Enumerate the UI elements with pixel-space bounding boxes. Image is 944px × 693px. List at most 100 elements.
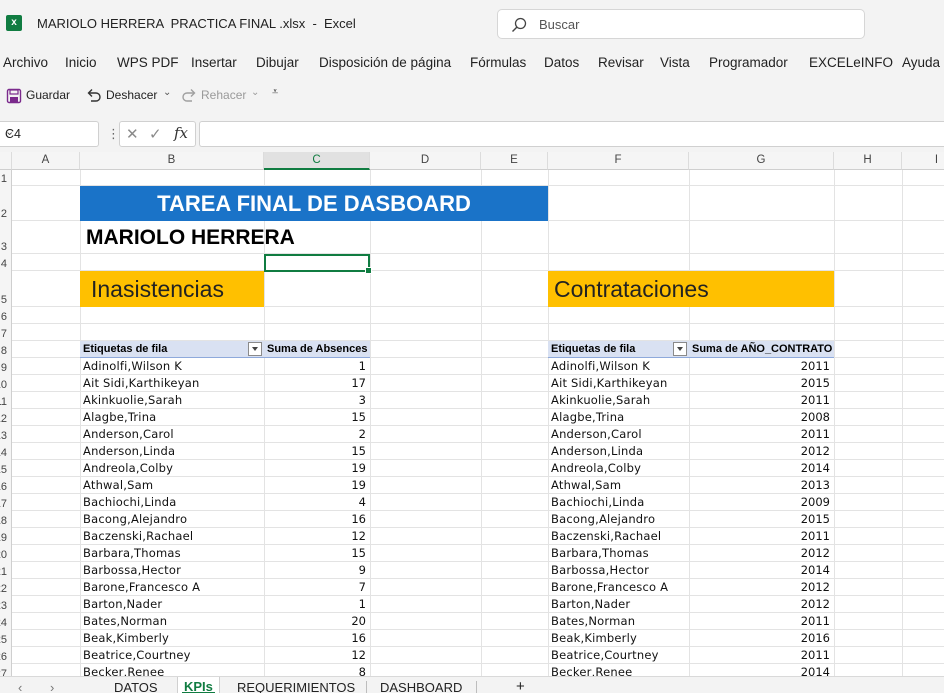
- tab-next-icon[interactable]: ›: [50, 680, 54, 693]
- function-icon[interactable]: fx: [174, 124, 188, 142]
- row-header[interactable]: 7: [0, 324, 12, 341]
- tab-dashboard[interactable]: DASHBOARD: [380, 680, 462, 693]
- name-box[interactable]: C4 ⌄: [0, 121, 99, 147]
- row-header[interactable]: 15: [0, 460, 12, 477]
- row-header[interactable]: 11: [0, 392, 12, 409]
- save-icon[interactable]: [6, 88, 22, 104]
- filter-dropdown-icon[interactable]: [673, 342, 687, 356]
- pivot-row[interactable]: Becker,Renee 2014: [548, 664, 834, 676]
- pivot-row[interactable]: Beak,Kimberly 2016: [548, 630, 834, 647]
- row-header[interactable]: 17: [0, 494, 12, 511]
- menu-archivo[interactable]: Archivo: [3, 55, 48, 70]
- row-header[interactable]: 5: [0, 271, 12, 307]
- pivot-row[interactable]: Beatrice,Courtney 12: [80, 647, 370, 664]
- col-header-c[interactable]: C: [264, 152, 370, 170]
- undo-icon[interactable]: [85, 87, 102, 104]
- undo-button[interactable]: Deshacer: [106, 88, 157, 102]
- row-header[interactable]: 10: [0, 375, 12, 392]
- chevron-down-icon[interactable]: ⌄: [5, 125, 92, 138]
- add-sheet-button[interactable]: +: [516, 678, 525, 693]
- row-header[interactable]: 19: [0, 528, 12, 545]
- pivot-row[interactable]: Athwal,Sam 19: [80, 477, 370, 494]
- pivot-row[interactable]: Adinolfi,Wilson K 1: [80, 358, 370, 375]
- pivot-row[interactable]: Anderson,Carol 2011: [548, 426, 834, 443]
- row-header[interactable]: 18: [0, 511, 12, 528]
- pivot-row[interactable]: Ait Sidi,Karthikeyan 2015: [548, 375, 834, 392]
- pivot-row[interactable]: Bacong,Alejandro 16: [80, 511, 370, 528]
- pivot-row[interactable]: Ait Sidi,Karthikeyan 17: [80, 375, 370, 392]
- row-header[interactable]: 25: [0, 630, 12, 647]
- row-header[interactable]: 12: [0, 409, 12, 426]
- row-header[interactable]: 24: [0, 613, 12, 630]
- pivot-row[interactable]: Becker,Renee 8: [80, 664, 370, 676]
- pivot-row[interactable]: Akinkuolie,Sarah 2011: [548, 392, 834, 409]
- select-all-corner[interactable]: [0, 152, 12, 170]
- row-header[interactable]: 21: [0, 562, 12, 579]
- col-header-f[interactable]: F: [548, 152, 689, 170]
- row-header[interactable]: 26: [0, 647, 12, 664]
- pivot-row[interactable]: Alagbe,Trina 15: [80, 409, 370, 426]
- pivot-row[interactable]: Barone,Francesco A 2012: [548, 579, 834, 596]
- row-header[interactable]: 4: [0, 254, 12, 271]
- pivot-row[interactable]: Andreola,Colby 2014: [548, 460, 834, 477]
- pivot-row[interactable]: Barton,Nader 2012: [548, 596, 834, 613]
- row-header[interactable]: 22: [0, 579, 12, 596]
- col-header-e[interactable]: E: [481, 152, 548, 170]
- pivot-row[interactable]: Bates,Norman 20: [80, 613, 370, 630]
- row-header[interactable]: 2: [0, 186, 12, 221]
- col-header-i[interactable]: I: [902, 152, 944, 170]
- row-header[interactable]: 13: [0, 426, 12, 443]
- row-header[interactable]: 20: [0, 545, 12, 562]
- pivot-row[interactable]: Barton,Nader 1: [80, 596, 370, 613]
- customize-qat-icon[interactable]: ⩡: [272, 86, 278, 99]
- row-header[interactable]: 9: [0, 358, 12, 375]
- col-header-d[interactable]: D: [370, 152, 481, 170]
- pivot-row[interactable]: Bates,Norman 2011: [548, 613, 834, 630]
- worksheet-grid[interactable]: A B C D E F G H I 1234567891011121314151…: [0, 152, 944, 676]
- formula-input[interactable]: [199, 121, 944, 147]
- row-header[interactable]: 14: [0, 443, 12, 460]
- tab-datos[interactable]: DATOS: [114, 680, 158, 693]
- row-header[interactable]: 27: [0, 664, 12, 676]
- row-header[interactable]: 16: [0, 477, 12, 494]
- menu-programador[interactable]: Programador: [709, 55, 788, 70]
- tab-kpis[interactable]: KPIs: [177, 677, 220, 693]
- pivot-row[interactable]: Barbossa,Hector 9: [80, 562, 370, 579]
- pivot-row[interactable]: Bachiochi,Linda 2009: [548, 494, 834, 511]
- active-cell[interactable]: [264, 254, 372, 274]
- col-header-g[interactable]: G: [689, 152, 834, 170]
- menu-dibujar[interactable]: Dibujar: [256, 55, 299, 70]
- menu-exceleinfo[interactable]: EXCELeINFO: [809, 55, 893, 70]
- row-header[interactable]: 6: [0, 307, 12, 324]
- menu-wps-pdf[interactable]: WPS PDF: [117, 55, 179, 70]
- col-header-h[interactable]: H: [834, 152, 902, 170]
- col-header-a[interactable]: A: [12, 152, 80, 170]
- menu-insertar[interactable]: Insertar: [191, 55, 237, 70]
- pivot-row[interactable]: Athwal,Sam 2013: [548, 477, 834, 494]
- pivot-row[interactable]: Andreola,Colby 19: [80, 460, 370, 477]
- menu-ayuda[interactable]: Ayuda: [902, 55, 940, 70]
- pivot-row[interactable]: Baczenski,Rachael 12: [80, 528, 370, 545]
- row-header[interactable]: 1: [0, 170, 12, 186]
- tab-prev-icon[interactable]: ‹: [18, 680, 22, 693]
- pivot-row[interactable]: Barbara,Thomas 15: [80, 545, 370, 562]
- menu-formulas[interactable]: Fórmulas: [470, 55, 526, 70]
- pivot-row[interactable]: Beatrice,Courtney 2011: [548, 647, 834, 664]
- tab-requerimientos[interactable]: REQUERIMIENTOS: [237, 680, 355, 693]
- menu-disposicion-pagina[interactable]: Disposición de página: [319, 55, 451, 70]
- pivot-row[interactable]: Baczenski,Rachael 2011: [548, 528, 834, 545]
- pivot-row[interactable]: Bachiochi,Linda 4: [80, 494, 370, 511]
- menu-revisar[interactable]: Revisar: [598, 55, 644, 70]
- save-button[interactable]: Guardar: [26, 88, 70, 102]
- pivot-row[interactable]: Anderson,Carol 2: [80, 426, 370, 443]
- pivot-row[interactable]: Alagbe,Trina 2008: [548, 409, 834, 426]
- pivot-row[interactable]: Adinolfi,Wilson K 2011: [548, 358, 834, 375]
- row-header[interactable]: 8: [0, 341, 12, 358]
- search-box[interactable]: Buscar: [497, 9, 865, 39]
- pivot-row[interactable]: Anderson,Linda 2012: [548, 443, 834, 460]
- pivot-row[interactable]: Barbara,Thomas 2012: [548, 545, 834, 562]
- pivot-row[interactable]: Anderson,Linda 15: [80, 443, 370, 460]
- undo-dropdown-icon[interactable]: ⌄: [163, 87, 171, 98]
- menu-datos[interactable]: Datos: [544, 55, 579, 70]
- pivot-row[interactable]: Bacong,Alejandro 2015: [548, 511, 834, 528]
